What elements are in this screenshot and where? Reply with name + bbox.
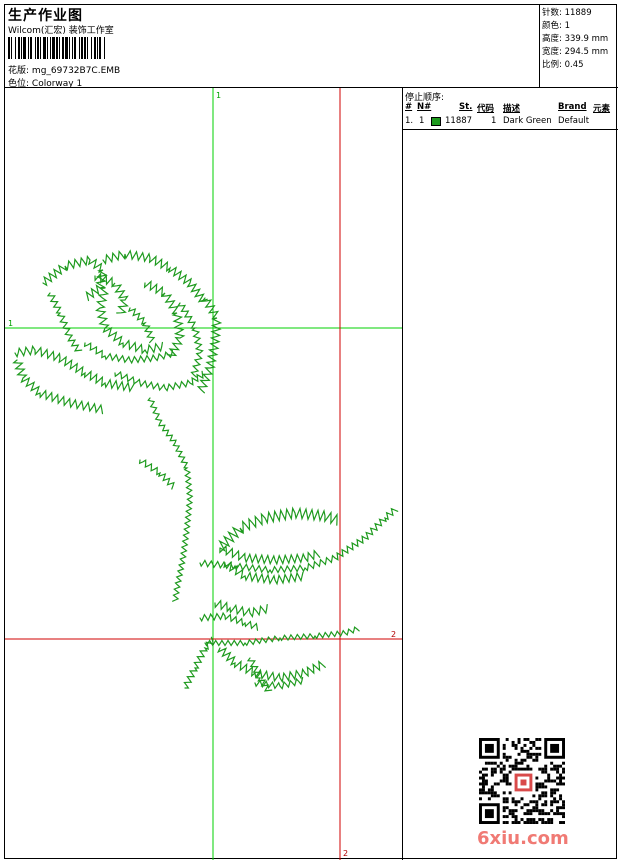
header-info: 生产作业图 Wilcom(汇宏) 装饰工作室 花版: mg_69732B7C.E…: [5, 5, 540, 89]
stat-label: 高度:: [542, 34, 562, 44]
stitch-path: [219, 544, 321, 566]
table-divider: [403, 129, 618, 130]
design-file-name: mg_69732B7C.EMB: [31, 66, 121, 76]
stop-sequence-panel: 停止顺序: # N# St. 代码 描述 Brand 元素 1. 1 11887…: [403, 88, 618, 860]
row-code: 1: [491, 116, 497, 126]
embroidery-canvas: 1 1 2 2: [5, 88, 402, 860]
stat-value: 11889: [564, 8, 592, 18]
stitch-path: [143, 280, 186, 357]
stitch-path: [216, 647, 326, 684]
stop-table-header: # N# St. 代码 描述 Brand 元素: [403, 102, 618, 114]
guide-label-bottom: 2: [343, 849, 348, 858]
stat-value: 0.45: [564, 60, 584, 70]
stitch-path: [94, 272, 129, 314]
stitch-path: [177, 302, 204, 378]
stitch-path: [183, 636, 214, 689]
design-preview: 1 1 2 2: [5, 88, 403, 860]
stat-value: 339.9 mm: [564, 34, 609, 44]
stat-label: 颜色:: [542, 21, 562, 31]
production-worksheet: 生产作业图 Wilcom(汇宏) 装饰工作室 花版: mg_69732B7C.E…: [4, 4, 618, 860]
col-brand: Brand: [558, 102, 587, 112]
guide-label-top: 1: [216, 91, 221, 100]
stitch-path: [147, 397, 194, 602]
col-description: 描述: [503, 104, 521, 114]
col-code: 代码: [477, 104, 495, 114]
guide-label-left: 1: [8, 319, 13, 328]
page-title: 生产作业图: [8, 8, 83, 24]
watermark-logo: 6xiu.com: [477, 828, 569, 849]
row-index: 1.: [405, 116, 414, 126]
stat-stitches: 针数: 11889: [542, 6, 592, 18]
stitch-path: [12, 359, 104, 415]
design-file-line: 花版: mg_69732B7C.EMB: [8, 63, 120, 76]
stitch-path: [204, 626, 360, 647]
row-description: Dark Green: [503, 116, 552, 126]
stitch-path: [223, 560, 304, 586]
table-row: 1. 1 11887 1 Dark Green Default: [403, 116, 618, 128]
row-needle: 1: [419, 116, 425, 126]
stitch-path: [127, 307, 156, 344]
company-name: Wilcom(汇宏) 装饰工作室: [8, 26, 114, 36]
stitch-path: [102, 249, 208, 303]
row-brand: Default: [558, 116, 590, 126]
stitch-path: [138, 459, 175, 490]
stitch-path: [83, 342, 173, 365]
stat-label: 比例:: [542, 60, 562, 70]
stitch-path: [114, 370, 204, 392]
stitch-path: [95, 287, 163, 356]
stat-label: 针数:: [542, 8, 562, 18]
barcode: [8, 37, 184, 59]
design-label: 花版:: [8, 66, 30, 76]
stitch-path: [218, 506, 338, 552]
stats-panel: 针数: 11889 颜色: 1 高度: 339.9 mm 宽度: 294.5 m…: [540, 5, 618, 88]
row-stitches: 11887: [445, 116, 473, 126]
stat-value: 294.5 mm: [564, 47, 609, 57]
thread-color-swatch: [431, 117, 441, 126]
stat-scale: 比例: 0.45: [542, 58, 584, 70]
stitch-path: [199, 611, 259, 631]
stitch-path: [196, 297, 223, 394]
stat-value: 1: [564, 21, 570, 31]
qr-code: [479, 738, 565, 824]
col-index: #: [405, 102, 413, 112]
col-element: 元素: [593, 104, 611, 114]
stat-width: 宽度: 294.5 mm: [542, 45, 608, 57]
guide-label-right: 2: [391, 630, 396, 639]
col-needle: N#: [417, 102, 432, 112]
stat-colors: 颜色: 1: [542, 19, 570, 31]
stitch-path: [46, 292, 83, 352]
col-stitches: St.: [459, 102, 473, 112]
stat-label: 宽度:: [542, 47, 562, 57]
stat-height: 高度: 339.9 mm: [542, 32, 608, 44]
